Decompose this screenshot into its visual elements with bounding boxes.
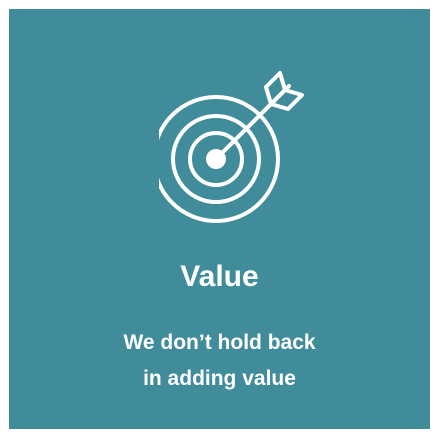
value-card: Value We don’t hold back in adding value	[9, 9, 430, 429]
subtitle-line-2: in adding value	[143, 367, 296, 390]
card-title: Value	[180, 260, 259, 293]
subtitle-line-1: We don’t hold back	[123, 331, 316, 354]
card-subtitle: We don’t hold back in adding value	[9, 325, 430, 397]
target-arrow-icon	[159, 71, 304, 223]
